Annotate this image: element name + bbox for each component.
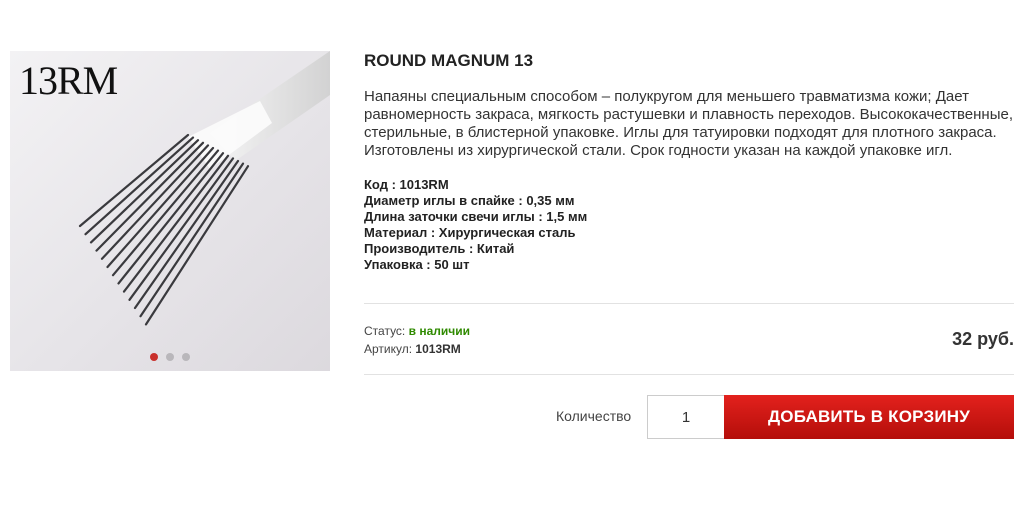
- sku-label: Артикул:: [364, 342, 413, 356]
- gallery-dot-1[interactable]: [150, 353, 158, 361]
- sku-value: 1013RM: [415, 342, 461, 356]
- spec-code: Код : 1013RM: [364, 177, 449, 192]
- divider-top: [364, 303, 1014, 304]
- quantity-label: Количество: [556, 408, 632, 424]
- divider-bottom: [364, 374, 1014, 375]
- product-title: ROUND MAGNUM 13: [364, 51, 534, 70]
- status-label: Статус:: [364, 324, 406, 338]
- product-specs: Код : 1013RM Диаметр иглы в спайке : 0,3…: [364, 177, 1014, 273]
- product-image-gallery[interactable]: 13RM: [10, 51, 330, 371]
- spec-package: Упаковка : 50 шт: [364, 257, 470, 272]
- spec-taper-length: Длина заточки свечи иглы : 1,5 мм: [364, 209, 588, 224]
- sku-row: Артикул: 1013RM: [364, 340, 461, 358]
- status-badge: в наличии: [408, 324, 470, 338]
- product-info: ROUND MAGNUM 13 Напаяны специальным спос…: [364, 51, 1014, 273]
- add-to-cart-button[interactable]: ДОБАВИТЬ В КОРЗИНУ: [724, 395, 1014, 439]
- gallery-pagination: [10, 353, 330, 361]
- image-label: 13RM: [19, 58, 118, 103]
- product-price: 32 руб.: [952, 329, 1014, 349]
- quantity-input[interactable]: [647, 395, 724, 439]
- spec-material: Материал : Хирургическая сталь: [364, 225, 576, 240]
- spec-needle-diameter: Диаметр иглы в спайке : 0,35 мм: [364, 193, 575, 208]
- gallery-dot-2[interactable]: [166, 353, 174, 361]
- product-description: Напаяны специальным способом – полукруго…: [364, 88, 1013, 159]
- status-row: Статус: в наличии: [364, 322, 470, 340]
- spec-manufacturer: Производитель : Китай: [364, 241, 515, 256]
- gallery-dot-3[interactable]: [182, 353, 190, 361]
